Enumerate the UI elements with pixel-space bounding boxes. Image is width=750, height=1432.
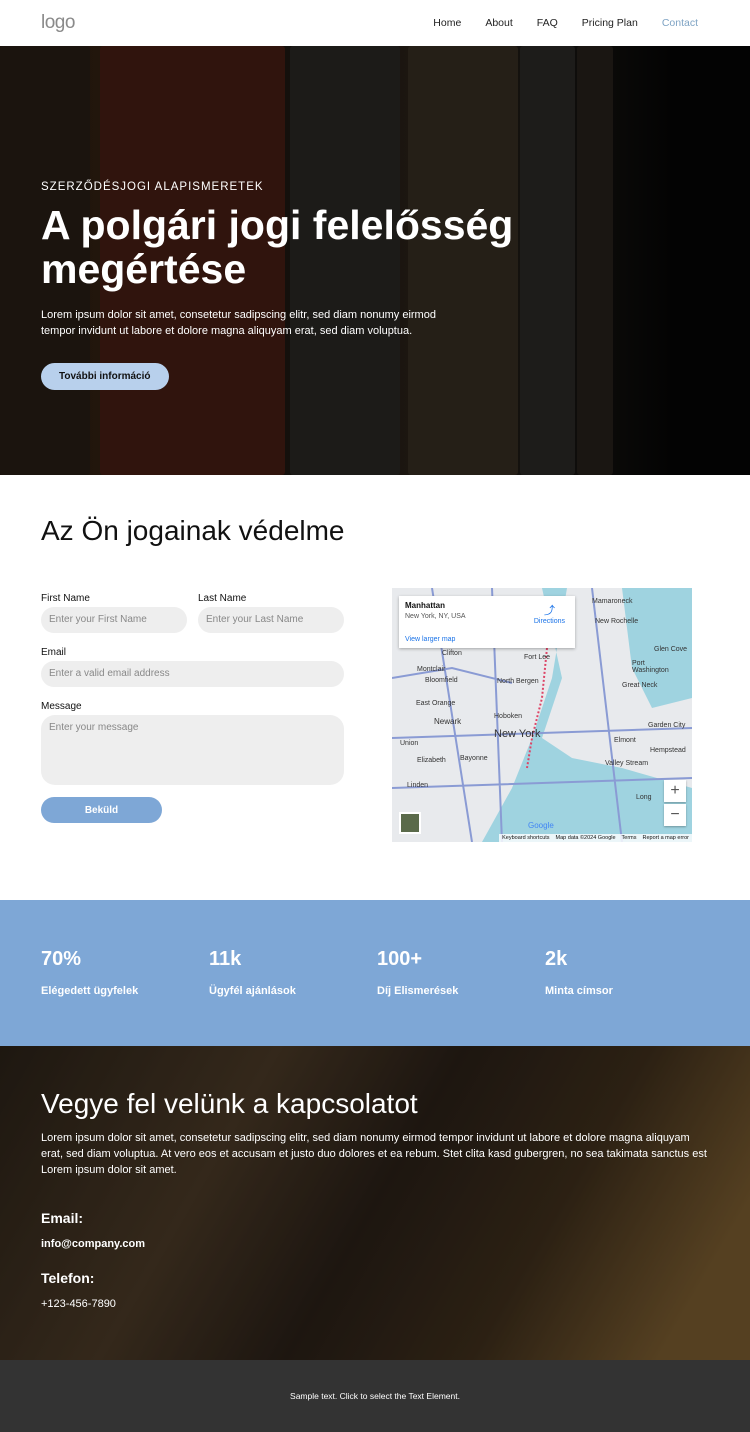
contact-section: Vegye fel velünk a kapcsolatot Lorem ips… <box>0 1046 750 1360</box>
map-label: North Bergen <box>497 678 539 685</box>
view-larger-map-link[interactable]: View larger map <box>405 636 455 643</box>
first-name-label: First Name <box>41 593 90 604</box>
report-error-link[interactable]: Report a map error <box>643 835 689 841</box>
stat-label: Elégedett ügyfelek <box>41 985 139 997</box>
zoom-out-button[interactable]: − <box>664 804 686 826</box>
stat-value: 70% <box>41 948 82 970</box>
stat-item: 70% Elégedett ügyfelek <box>41 948 209 1046</box>
map-embed[interactable]: Mamaroneck New Rochelle Clifton Fort Lee… <box>392 588 692 842</box>
message-textarea[interactable]: Enter your message <box>41 715 344 785</box>
directions-icon: ⤴ <box>543 605 555 617</box>
map-label: Union <box>400 740 419 747</box>
nav-faq[interactable]: FAQ <box>537 17 558 29</box>
directions-button[interactable]: ⤴ Directions <box>534 602 565 625</box>
main-nav: Home About FAQ Pricing Plan Contact <box>433 17 698 29</box>
stat-label: Minta címsor <box>545 985 613 997</box>
last-name-label: Last Name <box>198 593 247 604</box>
last-name-input[interactable]: Enter your Last Name <box>198 607 344 633</box>
map-label: Mamaroneck <box>592 598 633 605</box>
stat-value: 100+ <box>377 948 423 970</box>
submit-button[interactable]: Beküld <box>41 797 162 823</box>
map-label: Valley Stream <box>605 760 649 767</box>
stat-item: 11k Ügyfél ajánlások <box>209 948 377 1046</box>
map-label: Bayonne <box>460 755 488 762</box>
email-heading: Email: <box>41 1210 84 1226</box>
map-label: New York <box>494 728 541 740</box>
nav-pricing-plan[interactable]: Pricing Plan <box>582 17 638 29</box>
hero-text: Lorem ipsum dolor sit amet, consetetur s… <box>41 309 436 337</box>
nav-home[interactable]: Home <box>433 17 461 29</box>
stat-label: Ügyfél ajánlások <box>209 985 296 997</box>
map-label: Newark <box>434 717 462 726</box>
phone-heading: Telefon: <box>41 1270 95 1286</box>
stat-item: 2k Minta címsor <box>545 948 713 1046</box>
map-data-text: Map data ©2024 Google <box>555 835 616 841</box>
logo[interactable]: logo <box>41 12 75 34</box>
map-label: Fort Lee <box>524 654 551 661</box>
stat-value: 11k <box>209 948 242 970</box>
map-label: Port Washington <box>632 660 669 674</box>
map-label: Glen Cove <box>654 646 688 653</box>
stat-item: 100+ Díj Elismerések <box>377 948 545 1046</box>
map-label: East Orange <box>416 700 456 707</box>
map-label: New Rochelle <box>595 618 639 625</box>
stat-label: Díj Elismerések <box>377 985 459 997</box>
message-label: Message <box>41 701 82 712</box>
header: logo Home About FAQ Pricing Plan Contact <box>0 0 750 46</box>
map-label: Bloomfield <box>425 677 458 684</box>
footer-text: Sample text. Click to select the Text El… <box>290 1391 460 1401</box>
section-title: Az Ön jogainak védelme <box>41 515 345 546</box>
zoom-in-button[interactable]: + <box>664 780 686 802</box>
stat-value: 2k <box>545 948 568 970</box>
keyboard-shortcuts-link[interactable]: Keyboard shortcuts <box>502 835 549 841</box>
first-name-input[interactable]: Enter your First Name <box>41 607 187 633</box>
map-label: Elizabeth <box>417 757 446 764</box>
google-logo: Google <box>528 821 554 830</box>
map-label: Montclair <box>417 666 446 673</box>
email-input[interactable]: Enter a valid email address <box>41 661 344 687</box>
map-label: Great Neck <box>622 682 658 689</box>
satellite-toggle[interactable] <box>399 812 421 834</box>
phone-value[interactable]: +123-456-7890 <box>41 1298 711 1310</box>
contact-title: Vegye fel velünk a kapcsolatot <box>41 1088 418 1119</box>
email-label: Email <box>41 647 67 658</box>
more-info-button[interactable]: További információ <box>41 363 169 390</box>
hero-eyebrow: SZERZŐDÉSJOGI ALAPISMERETEK <box>41 181 264 193</box>
contact-form: First Name Enter your First Name Last Na… <box>41 593 344 823</box>
map-label: Garden City <box>648 722 686 729</box>
map-label: Clifton <box>442 650 462 657</box>
nav-contact[interactable]: Contact <box>662 17 698 29</box>
hero-title: A polgári jogi felelősség megértése <box>41 202 514 292</box>
map-label: Hoboken <box>494 713 523 720</box>
email-value[interactable]: info@company.com <box>41 1238 711 1250</box>
stats-section: 70% Elégedett ügyfelek 11k Ügyfél ajánláso… <box>0 900 750 1046</box>
map-label: Elmont <box>614 737 636 744</box>
map-label: Hempstead <box>650 747 686 754</box>
contact-text: Lorem ipsum dolor sit amet, consetetur s… <box>41 1132 707 1176</box>
map-label: Long <box>636 794 652 801</box>
terms-link[interactable]: Terms <box>622 835 637 841</box>
contact-form-section: Az Ön jogainak védelme First Name Enter … <box>0 475 750 900</box>
nav-about[interactable]: About <box>485 17 512 29</box>
map-label: Linden <box>407 782 429 789</box>
hero-section: SZERZŐDÉSJOGI ALAPISMERETEK A polgári jo… <box>0 46 750 475</box>
footer: Sample text. Click to select the Text El… <box>0 1360 750 1432</box>
map-attribution: Keyboard shortcuts Map data ©2024 Google… <box>499 834 692 842</box>
place-card: Manhattan New York, NY, USA View larger … <box>399 596 575 648</box>
